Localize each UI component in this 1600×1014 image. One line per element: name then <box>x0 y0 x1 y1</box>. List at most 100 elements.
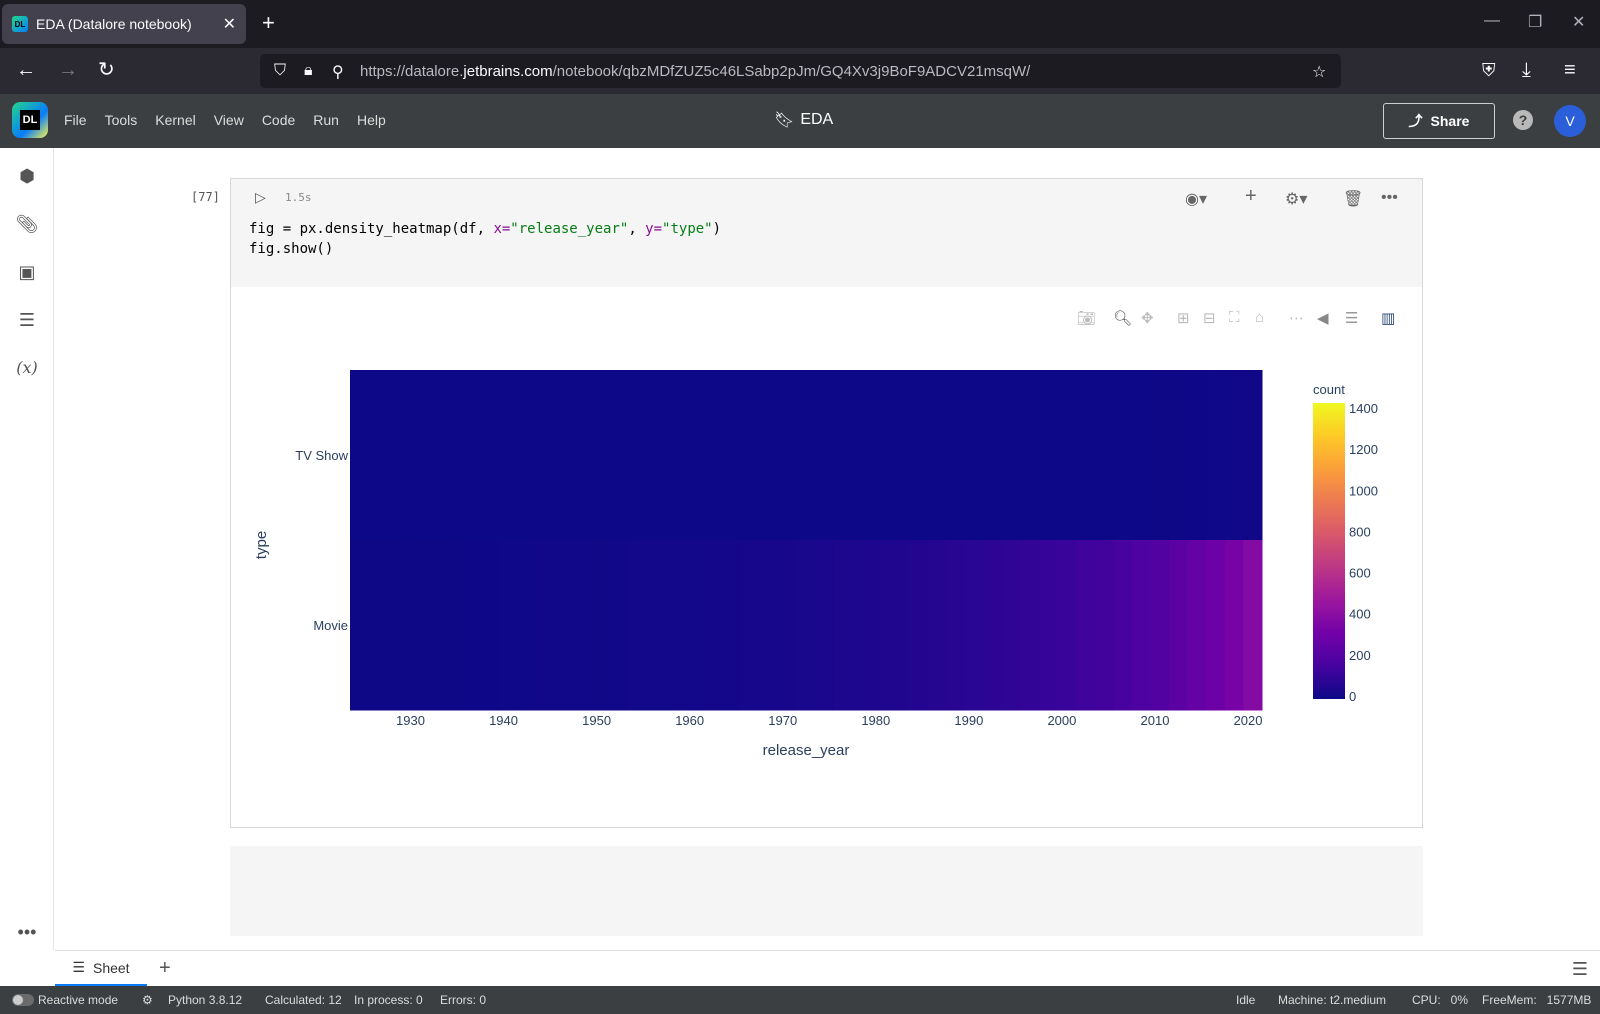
heatmap-cell <box>982 540 1002 711</box>
help-icon[interactable]: ? <box>1513 110 1533 130</box>
heatmap-cell <box>517 540 537 711</box>
heatmap-cell <box>703 370 723 541</box>
heatmap-cell <box>1020 540 1040 711</box>
heatmap-cell <box>1001 540 1021 711</box>
heatmap-cell <box>964 370 984 541</box>
sheet-menu-icon[interactable]: ☰ <box>1572 959 1588 980</box>
menu-run[interactable]: Run <box>313 112 339 128</box>
attachment-icon[interactable]: 📎︎ <box>15 214 39 238</box>
bookmark-star-icon[interactable]: ☆ <box>1312 62 1326 82</box>
browser-tab-bar: DL EDA (Datalore notebook) ✕ + — ❐ ✕ <box>0 0 1600 48</box>
x-tick-label: 2010 <box>1141 713 1170 728</box>
cell-execution-count: [77] <box>191 190 220 204</box>
heatmap-cell <box>908 370 928 541</box>
heatmap-cell <box>498 370 519 541</box>
cpu-chip-icon[interactable]: ▣ <box>15 262 39 286</box>
tab-title: EDA (Datalore notebook) <box>36 16 192 32</box>
download-icon[interactable]: ⤓ <box>1522 58 1531 82</box>
heatmap-cell <box>685 540 705 711</box>
menu-help[interactable]: Help <box>357 112 386 128</box>
left-sidebar: ⬢ 📎︎ ▣ ☰ (x) ••• <box>0 148 54 950</box>
tab-sheet[interactable]: ☰ Sheet <box>55 951 147 987</box>
heatmap-cell <box>443 540 463 711</box>
heatmap-cell <box>871 370 891 541</box>
heatmap-cell <box>666 370 686 541</box>
close-window-icon[interactable]: ✕ <box>1572 12 1585 32</box>
colorbar-title: count <box>1313 382 1345 397</box>
heatmap-cell <box>778 370 798 541</box>
heatmap-cell <box>1168 540 1189 711</box>
heatmap-cell <box>1038 370 1058 541</box>
heatmap-cell <box>796 540 816 711</box>
heatmap-cell <box>871 540 891 711</box>
heatmap-cell <box>591 370 612 541</box>
permissions-icon[interactable]: ⚲ <box>332 62 344 82</box>
heatmap-cell <box>945 370 965 541</box>
empty-cell[interactable] <box>230 846 1423 936</box>
y-tick-label: Movie <box>313 618 348 633</box>
menu-view[interactable]: View <box>214 112 244 128</box>
heatmap-cell <box>926 370 947 541</box>
outline-icon[interactable]: ☰ <box>15 310 39 334</box>
lock-icon[interactable]: 🔒︎ <box>304 62 313 80</box>
x-tick-label: 2020 <box>1234 713 1263 728</box>
browser-menu-icon[interactable]: ≡ <box>1564 58 1576 82</box>
share-button[interactable]: ⤴ Share <box>1383 103 1495 139</box>
code-cell[interactable]: ▷ 1.5s ◉▾ + ⚙▾ 🗑︎ ••• fig = px.density_h… <box>230 178 1423 828</box>
heatmap-cell <box>703 540 723 711</box>
shield-icon[interactable]: ⛉ <box>274 62 286 80</box>
density-heatmap-chart[interactable]: 1930 1940 1950 1960 1970 1980 1990 2000 2010 2020… <box>231 179 1422 827</box>
address-bar[interactable]: ⛉ 🔒︎ ⚲ https://datalore.jetbrains.com/no… <box>260 54 1341 88</box>
browser-tab[interactable]: DL EDA (Datalore notebook) ✕ <box>2 4 246 44</box>
in-process-count: In process: 0 <box>354 993 423 1007</box>
menu-code[interactable]: Code <box>262 112 295 128</box>
app-header: DL File Tools Kernel View Code Run Help … <box>0 94 1600 148</box>
heatmap-cell <box>759 370 779 541</box>
heatmap-cell <box>405 540 425 711</box>
heatmap-cell <box>536 370 556 541</box>
menu-tools[interactable]: Tools <box>105 112 138 128</box>
heatmap-cell <box>610 370 630 541</box>
calculated-count: Calculated: 12 <box>265 993 342 1007</box>
python-version[interactable]: Python 3.8.12 <box>168 993 242 1007</box>
package-icon[interactable]: ⬢ <box>15 166 39 190</box>
pocket-icon[interactable]: ⛨ <box>1482 58 1496 82</box>
heatmap-cell <box>1001 370 1021 541</box>
datalore-logo[interactable]: DL <box>12 102 48 138</box>
logo-text: DL <box>19 110 41 130</box>
menu-kernel[interactable]: Kernel <box>155 112 195 128</box>
machine-type[interactable]: Machine: t2.medium <box>1278 993 1386 1007</box>
add-sheet-icon[interactable]: + <box>159 957 171 980</box>
kernel-status: Idle <box>1236 993 1256 1007</box>
colorbar-tick-label: 1400 <box>1349 401 1378 416</box>
heatmap-cell <box>1113 370 1133 541</box>
heatmap-cell <box>1206 370 1226 541</box>
url-text[interactable]: https://datalore.jetbrains.com/notebook/… <box>360 63 1030 80</box>
minimize-icon[interactable]: — <box>1484 12 1500 30</box>
new-tab-icon[interactable]: + <box>262 12 275 34</box>
restore-icon[interactable]: ❐ <box>1528 12 1542 32</box>
reload-icon[interactable]: ↻ <box>98 58 115 82</box>
notebook-title[interactable]: 🔖︎ EDA <box>774 110 833 130</box>
colorbar-tick-label: 600 <box>1349 566 1371 581</box>
heatmap-cell <box>740 540 760 711</box>
heatmap-cell <box>573 540 593 711</box>
menu-file[interactable]: File <box>64 112 87 128</box>
notebook-title-text: EDA <box>800 111 834 128</box>
back-icon[interactable]: ← <box>16 58 36 82</box>
share-label: Share <box>1430 113 1470 129</box>
variables-icon[interactable]: (x) <box>12 358 42 382</box>
y-axis-title: type <box>253 531 270 559</box>
reactive-mode-toggle[interactable] <box>12 994 34 1006</box>
heatmap-cell <box>591 540 612 711</box>
sheet-tab-label: Sheet <box>92 959 130 976</box>
heatmap-cell <box>554 540 574 711</box>
heatmap-cell <box>1131 540 1151 711</box>
heatmap-cell <box>722 370 742 541</box>
avatar[interactable]: V <box>1554 105 1586 137</box>
close-tab-icon[interactable]: ✕ <box>223 14 236 34</box>
more-icon[interactable]: ••• <box>15 922 39 946</box>
x-tick-label: 1950 <box>582 713 611 728</box>
forward-icon[interactable]: → <box>58 58 78 82</box>
heatmap-cell <box>1187 370 1207 541</box>
